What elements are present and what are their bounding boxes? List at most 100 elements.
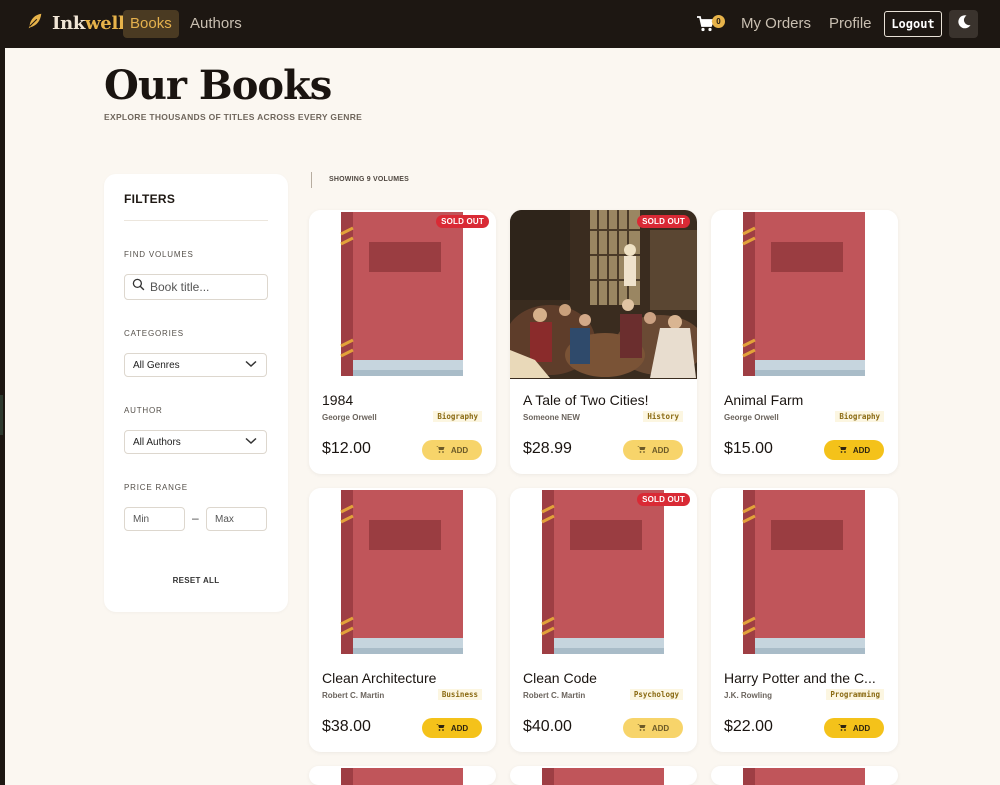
add-to-cart-button[interactable]: ADD xyxy=(422,718,482,738)
cart-icon xyxy=(435,723,445,733)
book-cover xyxy=(309,488,496,657)
book-author: George Orwell xyxy=(724,413,779,422)
genre-badge: History xyxy=(643,411,683,422)
genre-badge: Psychology xyxy=(629,689,683,700)
nav-books-link[interactable]: Books xyxy=(123,10,179,38)
nav-authors-link[interactable]: Authors xyxy=(183,10,249,38)
results-divider xyxy=(311,172,312,188)
book-title[interactable]: Animal Farm xyxy=(724,392,888,408)
filters-title: FILTERS xyxy=(124,192,176,206)
cart-count-badge: 0 xyxy=(712,15,725,28)
author-label: AUTHOR xyxy=(124,406,163,415)
book-title[interactable]: Harry Potter and the C... xyxy=(724,670,888,686)
nav-my-orders-link[interactable]: My Orders xyxy=(734,10,818,38)
book-title[interactable]: A Tale of Two Cities! xyxy=(523,392,687,408)
add-to-cart-button[interactable]: ADD xyxy=(824,718,884,738)
search-label: FIND VOLUMES xyxy=(124,250,194,259)
book-card[interactable]: SOLD OUT A Tale of Two Cities! Someone N… xyxy=(510,210,697,474)
book-card[interactable]: SOLD OUT Clean Code Robert C. Martin Psy… xyxy=(510,488,697,752)
add-label: ADD xyxy=(852,723,871,733)
min-price-input[interactable] xyxy=(124,507,185,531)
book-price: $28.99 xyxy=(523,440,572,457)
add-label: ADD xyxy=(450,723,469,733)
sold-out-badge: SOLD OUT xyxy=(637,215,690,228)
filters-panel: FILTERS FIND VOLUMES CATEGORIES All Genr… xyxy=(104,174,288,612)
painting-image xyxy=(510,210,697,379)
book-icon xyxy=(742,490,865,654)
genre-badge: Programming xyxy=(826,689,884,700)
book-icon xyxy=(341,768,463,785)
filters-divider xyxy=(124,220,268,221)
categories-label: CATEGORIES xyxy=(124,329,184,338)
add-label: ADD xyxy=(651,723,670,733)
sold-out-badge: SOLD OUT xyxy=(637,493,690,506)
book-title[interactable]: Clean Code xyxy=(523,670,687,686)
sold-out-badge: SOLD OUT xyxy=(436,215,489,228)
book-price: $40.00 xyxy=(523,718,572,735)
book-cover xyxy=(711,488,898,657)
price-separator: – xyxy=(192,511,199,525)
nav-profile-link[interactable]: Profile xyxy=(822,10,879,38)
book-card[interactable]: Clean Architecture Robert C. Martin Busi… xyxy=(309,488,496,752)
book-cover: SOLD OUT xyxy=(309,210,496,379)
add-label: ADD xyxy=(852,445,871,455)
search-field[interactable] xyxy=(124,274,268,300)
page-subtitle: EXPLORE THOUSANDS OF TITLES ACROSS EVERY… xyxy=(104,112,363,122)
book-icon xyxy=(541,490,664,654)
book-price: $22.00 xyxy=(724,718,773,735)
book-price: $12.00 xyxy=(322,440,371,457)
window-edge xyxy=(0,0,5,785)
book-icon xyxy=(340,490,463,654)
book-title[interactable]: 1984 xyxy=(322,392,486,408)
book-icon xyxy=(742,212,865,376)
book-card-partial[interactable] xyxy=(309,766,496,785)
add-label: ADD xyxy=(450,445,469,455)
search-input[interactable] xyxy=(150,280,260,294)
book-cover: SOLD OUT xyxy=(510,488,697,657)
add-to-cart-button[interactable]: ADD xyxy=(623,440,683,460)
page-title: Our Books xyxy=(104,62,332,109)
book-icon xyxy=(743,768,865,785)
book-card[interactable]: Harry Potter and the C... J.K. Rowling P… xyxy=(711,488,898,752)
add-label: ADD xyxy=(651,445,670,455)
book-cover-painting: SOLD OUT xyxy=(510,210,697,379)
top-navbar: Inkwell Books Authors 0 My Orders Profil… xyxy=(0,0,1000,48)
brand-logo[interactable]: Inkwell xyxy=(26,12,125,35)
chevron-down-icon xyxy=(245,437,257,448)
book-card[interactable]: Animal Farm George Orwell Biography $15.… xyxy=(711,210,898,474)
author-select[interactable]: All Authors xyxy=(124,430,267,454)
book-icon xyxy=(340,212,463,376)
brand-name: Inkwell xyxy=(52,13,125,34)
book-author: George Orwell xyxy=(322,413,377,422)
search-icon xyxy=(132,278,145,296)
add-to-cart-button[interactable]: ADD xyxy=(422,440,482,460)
categories-value: All Genres xyxy=(133,359,180,371)
book-card-partial[interactable] xyxy=(711,766,898,785)
brand-name-part1: Ink xyxy=(52,13,86,34)
book-price: $15.00 xyxy=(724,440,773,457)
theme-toggle-button[interactable] xyxy=(949,10,978,38)
cart-icon xyxy=(837,723,847,733)
book-price: $38.00 xyxy=(322,718,371,735)
chevron-down-icon xyxy=(245,360,257,371)
results-count: SHOWING 9 VOLUMES xyxy=(329,176,410,183)
genre-badge: Business xyxy=(437,689,482,700)
add-to-cart-button[interactable]: ADD xyxy=(824,440,884,460)
price-range-label: PRICE RANGE xyxy=(124,483,188,492)
max-price-input[interactable] xyxy=(206,507,267,531)
book-card[interactable]: SOLD OUT 1984 George Orwell Biography $1… xyxy=(309,210,496,474)
logout-button[interactable]: Logout xyxy=(884,11,942,37)
reset-all-button[interactable]: RESET ALL xyxy=(104,576,288,585)
add-to-cart-button[interactable]: ADD xyxy=(623,718,683,738)
book-title[interactable]: Clean Architecture xyxy=(322,670,486,686)
window-edge-mark xyxy=(0,395,3,435)
book-card-partial[interactable] xyxy=(510,766,697,785)
book-author: Robert C. Martin xyxy=(523,691,586,700)
categories-select[interactable]: All Genres xyxy=(124,353,267,377)
book-icon xyxy=(542,768,664,785)
cart-button[interactable]: 0 xyxy=(696,13,728,35)
cart-icon xyxy=(636,723,646,733)
author-value: All Authors xyxy=(133,436,181,448)
genre-badge: Biography xyxy=(835,411,884,422)
book-author: Someone NEW xyxy=(523,413,580,422)
